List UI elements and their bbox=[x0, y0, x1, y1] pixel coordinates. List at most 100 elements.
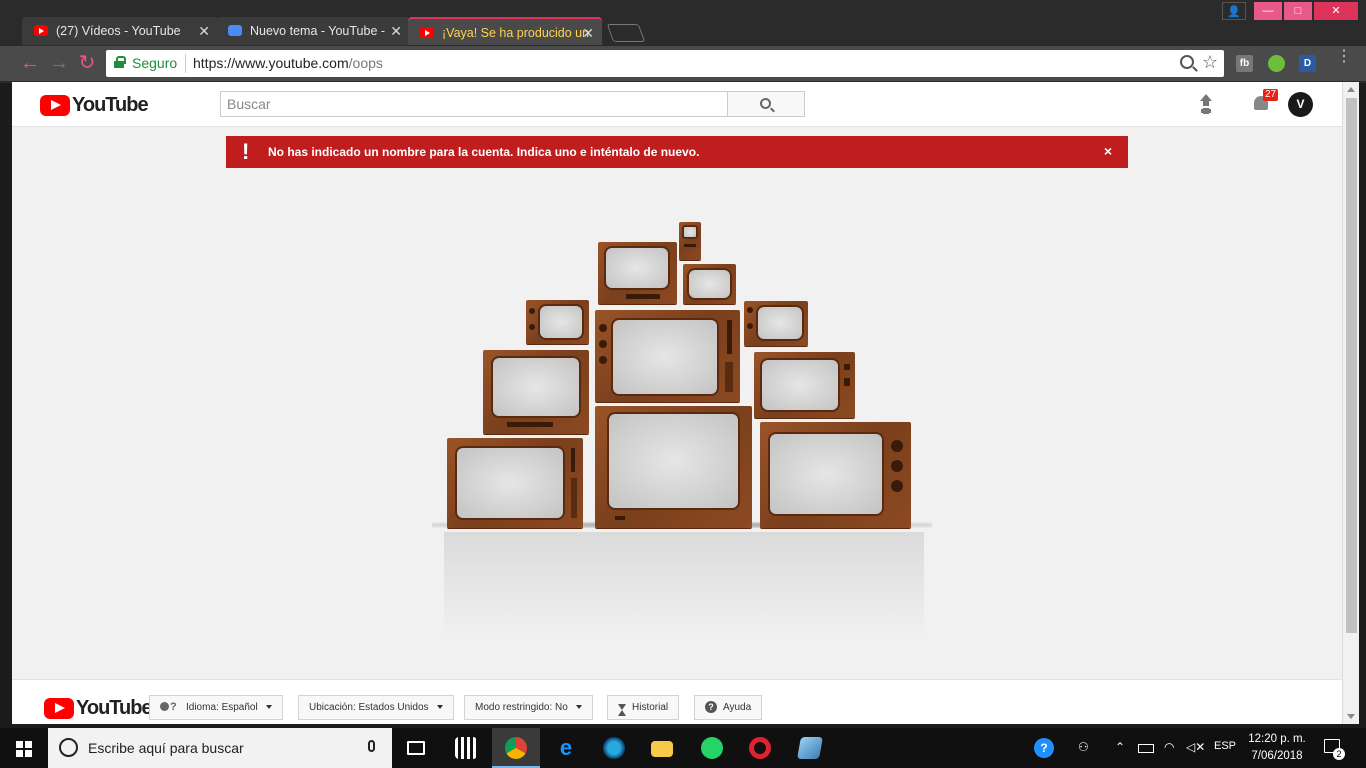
language-dropdown[interactable]: Idioma: Español bbox=[149, 695, 283, 720]
chrome-icon[interactable] bbox=[492, 728, 540, 768]
tab-title: Nuevo tema - YouTube - bbox=[250, 24, 386, 38]
youtube-wordmark: YouTube bbox=[76, 697, 153, 719]
youtube-header: YouTube Buscar 27 V bbox=[12, 82, 1342, 127]
clock-date: 7/06/2018 bbox=[1251, 750, 1303, 762]
browser-chrome: (27) Vídeos - YouTube ✕ Nuevo tema - You… bbox=[0, 0, 1366, 83]
bookmark-star-icon[interactable]: ☆ bbox=[1202, 52, 1218, 73]
scroll-up-arrow-icon[interactable] bbox=[1347, 87, 1355, 92]
search-icon[interactable] bbox=[1180, 55, 1194, 69]
file-explorer-icon[interactable] bbox=[638, 728, 686, 768]
hourglass-icon bbox=[618, 704, 626, 717]
scroll-thumb[interactable] bbox=[1346, 98, 1357, 633]
action-center-badge: 2 bbox=[1333, 748, 1345, 760]
people-icon[interactable]: ⚇ bbox=[1078, 740, 1089, 754]
history-button[interactable]: Historial bbox=[607, 695, 680, 720]
battery-icon[interactable] bbox=[1138, 744, 1154, 753]
restricted-mode-dropdown[interactable]: Modo restringido: No bbox=[464, 695, 593, 720]
clock-time: 12:20 p. m. bbox=[1248, 733, 1306, 745]
url-host: https://www.youtube.com bbox=[193, 55, 349, 71]
help-button[interactable]: ? Ayuda bbox=[694, 695, 763, 720]
avatar[interactable]: V bbox=[1288, 92, 1313, 117]
chevron-down-icon bbox=[436, 705, 443, 710]
cortana-icon bbox=[59, 738, 78, 757]
notification-badge: 27 bbox=[1263, 89, 1279, 101]
close-tab-icon[interactable]: ✕ bbox=[582, 19, 594, 45]
tab-videos[interactable]: (27) Vídeos - YouTube ✕ bbox=[22, 17, 218, 45]
extension-fb-icon[interactable]: fb bbox=[1236, 55, 1253, 72]
tv-tiny-top bbox=[679, 222, 701, 260]
youtube-footer: YouTube Idioma: Español Ubicación: Estad… bbox=[12, 679, 1342, 724]
upload-icon[interactable] bbox=[1198, 94, 1214, 112]
taskbar-search[interactable]: Escribe aquí para buscar bbox=[48, 728, 392, 768]
tab-nuevo-tema[interactable]: Nuevo tema - YouTube - ✕ bbox=[216, 17, 410, 45]
location-label: Ubicación: bbox=[309, 702, 356, 713]
youtube-play-icon bbox=[40, 95, 70, 116]
address-bar[interactable]: Seguro https://www.youtube.com/oops ☆ bbox=[106, 50, 1224, 77]
scroll-down-arrow-icon[interactable] bbox=[1347, 714, 1355, 719]
start-button[interactable] bbox=[0, 728, 48, 768]
alert-message: No has indicado un nombre para la cuenta… bbox=[268, 145, 700, 159]
youtube-favicon-icon bbox=[420, 27, 434, 38]
opera-icon[interactable] bbox=[736, 728, 784, 768]
tv-reflection bbox=[444, 532, 924, 642]
browser-toolbar: ← → ↻ Seguro https://www.youtube.com/oop… bbox=[0, 46, 1366, 81]
edge-icon[interactable]: e bbox=[542, 728, 590, 768]
forward-button[interactable]: → bbox=[47, 52, 71, 74]
calculator-icon[interactable] bbox=[442, 728, 490, 768]
search-button[interactable] bbox=[727, 91, 805, 117]
location-value: Estados Unidos bbox=[358, 702, 429, 713]
microphone-icon[interactable] bbox=[368, 740, 375, 752]
volume-muted-icon[interactable]: ◁✕ bbox=[1186, 740, 1205, 754]
tv-top-small bbox=[683, 264, 736, 304]
youtube-logo[interactable]: YouTube bbox=[40, 94, 149, 117]
close-tab-icon[interactable]: ✕ bbox=[390, 17, 402, 45]
help-icon: ? bbox=[705, 701, 717, 714]
input-language[interactable]: ESP bbox=[1214, 740, 1236, 752]
tab-strip: (27) Vídeos - YouTube ✕ Nuevo tema - You… bbox=[0, 0, 1366, 45]
extension-green-icon[interactable] bbox=[1268, 55, 1285, 72]
close-tab-icon[interactable]: ✕ bbox=[198, 17, 210, 45]
language-icon bbox=[160, 696, 180, 719]
youtube-favicon-icon bbox=[34, 25, 48, 36]
footer-youtube-logo[interactable]: YouTube bbox=[44, 697, 153, 720]
tv-bottom-left bbox=[447, 438, 583, 528]
close-alert-button[interactable]: × bbox=[1104, 143, 1112, 159]
page-scrollbar[interactable] bbox=[1342, 82, 1359, 724]
tv-middle-center bbox=[595, 310, 740, 402]
whatsapp-icon[interactable] bbox=[688, 728, 736, 768]
camera-app-icon[interactable] bbox=[590, 728, 638, 768]
minimize-button[interactable]: — bbox=[1254, 2, 1282, 20]
tv-small-left bbox=[526, 300, 589, 344]
tab-oops-active[interactable]: ¡Vaya! Se ha producido un ✕ bbox=[408, 17, 602, 45]
profile-icon[interactable]: 👤 bbox=[1222, 2, 1246, 20]
youtube-wordmark: YouTube bbox=[72, 94, 149, 116]
alert-icon: ! bbox=[242, 139, 250, 164]
new-tab-button[interactable] bbox=[606, 24, 646, 42]
back-button[interactable]: ← bbox=[18, 52, 42, 74]
url-text[interactable]: https://www.youtube.com/oops bbox=[193, 55, 383, 71]
url-separator bbox=[185, 54, 186, 73]
extension-d-icon[interactable]: D bbox=[1299, 55, 1316, 72]
tab-title: ¡Vaya! Se ha producido un bbox=[442, 26, 590, 40]
close-window-button[interactable]: ✕ bbox=[1314, 2, 1358, 20]
tv-small-right bbox=[744, 301, 808, 346]
maximize-button[interactable]: □ bbox=[1284, 2, 1312, 20]
tv-middle-right bbox=[754, 352, 855, 418]
tv-middle-left bbox=[483, 350, 589, 434]
location-dropdown[interactable]: Ubicación: Estados Unidos bbox=[298, 695, 454, 720]
browser-menu-icon[interactable]: ⋮ bbox=[1336, 49, 1352, 65]
history-label: Historial bbox=[632, 702, 669, 713]
restricted-value: No bbox=[555, 702, 568, 713]
chevron-up-icon[interactable]: ⌃ bbox=[1115, 740, 1125, 754]
reload-button[interactable]: ↻ bbox=[75, 52, 99, 74]
clock[interactable]: 12:20 p. m. 7/06/2018 bbox=[1246, 731, 1308, 765]
tv-top-left bbox=[598, 242, 677, 304]
restricted-label: Modo restringido: bbox=[475, 702, 553, 713]
task-view-button[interactable] bbox=[392, 728, 440, 768]
wifi-icon[interactable]: ◠ bbox=[1164, 740, 1174, 754]
app-icon[interactable] bbox=[786, 728, 834, 768]
search-icon bbox=[760, 98, 771, 109]
secure-label: Seguro bbox=[132, 55, 178, 71]
help-tray-icon[interactable]: ? bbox=[1034, 738, 1054, 758]
search-input[interactable]: Buscar bbox=[220, 91, 728, 117]
